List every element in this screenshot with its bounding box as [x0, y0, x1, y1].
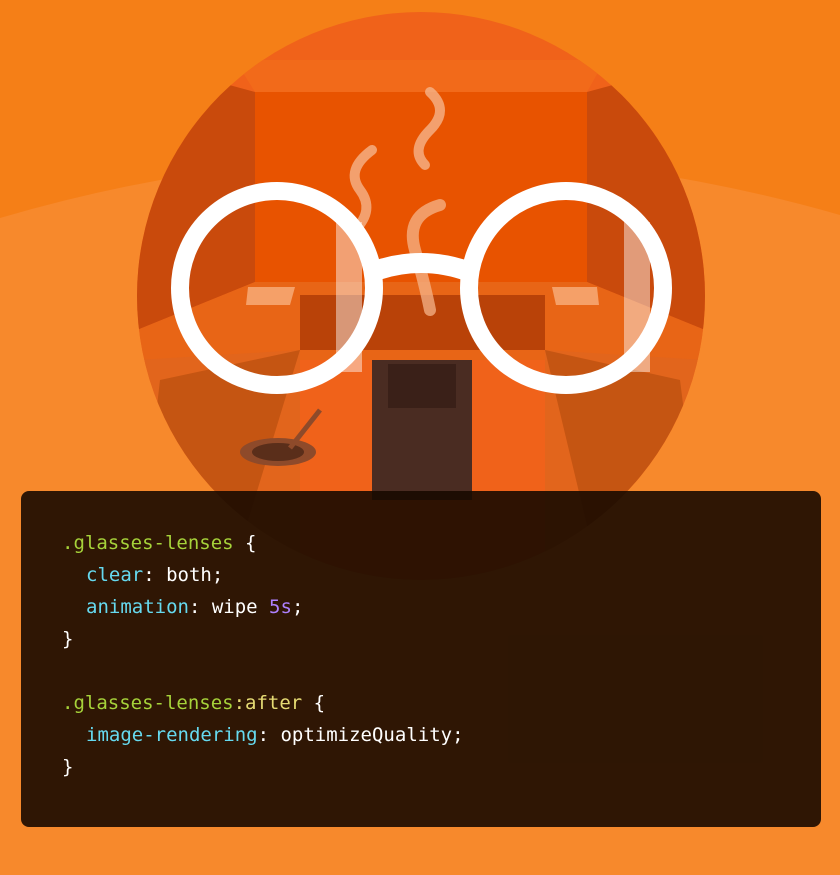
css-selector: .glasses-lenses — [62, 692, 234, 714]
code-line-8: } — [62, 751, 821, 783]
code-line-7: image-rendering: optimizeQuality; — [62, 719, 821, 751]
colon: : — [257, 724, 281, 746]
open-brace: { — [302, 692, 326, 714]
code-block: .glasses-lenses { clear: both; animation… — [21, 491, 821, 827]
css-value: optimizeQuality — [280, 724, 453, 746]
code-line-2: clear: both; — [62, 559, 821, 591]
close-brace: } — [62, 756, 74, 778]
css-property: image-rendering — [86, 724, 258, 746]
code-line-4: } — [62, 623, 821, 655]
colon: : — [188, 596, 212, 618]
semicolon: ; — [211, 564, 224, 586]
css-property: clear — [86, 564, 144, 586]
css-number: 5s — [269, 596, 292, 618]
semicolon: ; — [291, 596, 304, 618]
css-selector: .glasses-lenses — [62, 532, 234, 554]
css-value: wipe — [211, 596, 270, 618]
css-value: both — [166, 564, 212, 586]
code-line-3: animation: wipe 5s; — [62, 591, 821, 623]
css-pseudo: :after — [233, 692, 303, 714]
semicolon: ; — [452, 724, 464, 746]
close-brace: } — [62, 628, 74, 650]
css-property: animation — [86, 596, 189, 618]
open-brace: { — [233, 532, 257, 554]
colon: : — [143, 564, 167, 586]
code-line-1: .glasses-lenses { — [62, 527, 821, 559]
code-line-6: .glasses-lenses:after { — [62, 687, 821, 719]
